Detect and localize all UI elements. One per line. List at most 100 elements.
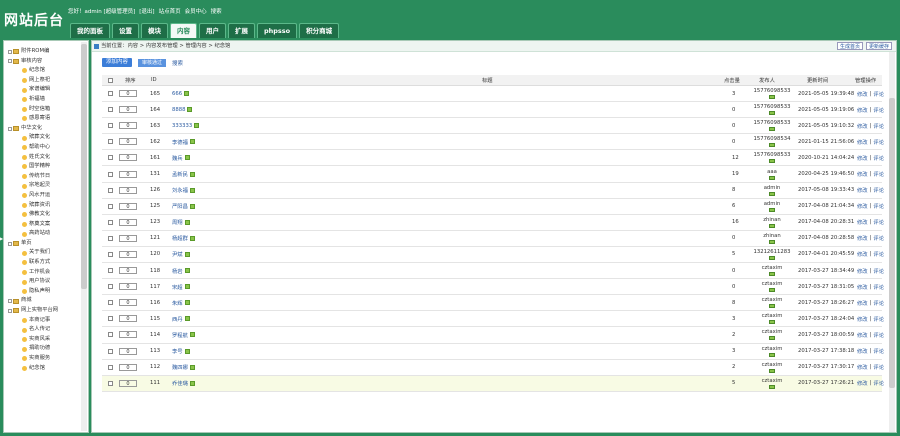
order-input[interactable]: 0	[119, 218, 137, 226]
row-checkbox[interactable]	[108, 284, 113, 290]
expand-toggle-icon[interactable]	[8, 49, 12, 54]
sidebar-item[interactable]: 实商风采	[8, 335, 82, 345]
sidebar-item[interactable]: 国学精粹	[8, 162, 82, 172]
publisher-name[interactable]: 15776098533	[753, 104, 790, 110]
tab-3[interactable]: 内容	[170, 23, 197, 38]
edit-link[interactable]: 修改	[857, 315, 868, 323]
order-input[interactable]: 0	[119, 138, 137, 146]
sidebar-item[interactable]: 用户协议	[8, 277, 82, 287]
sidebar-item[interactable]: 审核内容	[8, 57, 82, 67]
sidebar-item[interactable]: 网上实物平台网	[8, 306, 82, 316]
order-input[interactable]: 0	[119, 379, 137, 387]
edit-pen-icon[interactable]	[184, 251, 190, 257]
sidebar-item[interactable]: 工作机会	[8, 268, 82, 278]
audit-button[interactable]: 审核通过	[138, 58, 167, 67]
edit-pen-icon[interactable]	[187, 107, 193, 113]
order-input[interactable]: 0	[119, 267, 137, 275]
edit-pen-icon[interactable]	[194, 123, 200, 129]
order-input[interactable]: 0	[119, 299, 137, 307]
publisher-name[interactable]: cztaxim	[762, 281, 783, 287]
top-link[interactable]: [退出]	[139, 9, 154, 15]
title-link[interactable]: 孟新民	[172, 170, 188, 178]
comment-link[interactable]: 评论	[873, 218, 884, 226]
top-link[interactable]: 会员中心	[185, 9, 207, 15]
edit-pen-icon[interactable]	[189, 171, 195, 177]
tab-5[interactable]: 扩展	[228, 23, 255, 38]
order-input[interactable]: 0	[119, 283, 137, 291]
row-checkbox[interactable]	[108, 364, 113, 370]
comment-link[interactable]: 评论	[873, 267, 884, 275]
row-checkbox[interactable]	[108, 380, 113, 386]
edit-link[interactable]: 修改	[857, 347, 868, 355]
edit-pen-icon[interactable]	[184, 268, 190, 274]
top-link[interactable]: 站点首页	[159, 9, 181, 15]
edit-pen-icon[interactable]	[189, 332, 195, 338]
sidebar-item[interactable]: 捐助功德	[8, 344, 82, 354]
sidebar-item[interactable]: 关于我们	[8, 248, 82, 258]
publisher-name[interactable]: 15776098533	[753, 120, 790, 126]
edit-link[interactable]: 修改	[857, 90, 868, 98]
sidebar-item[interactable]: 联系方式	[8, 258, 82, 268]
title-link[interactable]: 尹斌	[172, 250, 183, 258]
expand-toggle-icon[interactable]	[8, 308, 12, 313]
comment-link[interactable]: 评论	[873, 250, 884, 258]
sidebar-item[interactable]: 隐私声明	[8, 287, 82, 297]
title-link[interactable]: 朱辉	[172, 299, 183, 307]
expand-toggle-icon[interactable]	[8, 241, 12, 246]
title-link[interactable]: 周翔	[172, 218, 183, 226]
edit-pen-icon[interactable]	[189, 139, 195, 145]
sidebar-item[interactable]: 感恩寄语	[8, 114, 82, 124]
publisher-name[interactable]: admin	[764, 201, 781, 207]
order-input[interactable]: 0	[119, 186, 137, 194]
comment-link[interactable]: 评论	[873, 90, 884, 98]
sidebar-item[interactable]: 殡葬文化	[8, 133, 82, 143]
edit-link[interactable]: 修改	[857, 267, 868, 275]
sidebar-item[interactable]: 附件ROM编	[8, 47, 82, 57]
row-checkbox[interactable]	[108, 300, 113, 306]
home-icon[interactable]	[94, 44, 99, 49]
edit-pen-icon[interactable]	[184, 91, 190, 97]
sidebar-item[interactable]: 风水开运	[8, 191, 82, 201]
publisher-name[interactable]: aaa	[767, 169, 777, 175]
sidebar-item[interactable]: 名人传记	[8, 325, 82, 335]
add-content-button[interactable]: 添加内容	[102, 58, 133, 67]
comment-link[interactable]: 评论	[873, 331, 884, 339]
tab-0[interactable]: 我的面板	[70, 23, 110, 38]
sidebar-item[interactable]: 祭奠文案	[8, 220, 82, 230]
tab-6[interactable]: phpsso	[257, 23, 298, 38]
row-checkbox[interactable]	[108, 251, 113, 257]
sidebar-item[interactable]: 殡葬资讯	[8, 201, 82, 211]
sidebar-item[interactable]: 时空信箱	[8, 105, 82, 115]
comment-link[interactable]: 评论	[873, 170, 884, 178]
edit-link[interactable]: 修改	[857, 218, 868, 226]
comment-link[interactable]: 评论	[873, 138, 884, 146]
title-link[interactable]: 西丹	[172, 315, 183, 323]
edit-link[interactable]: 修改	[857, 186, 868, 194]
row-checkbox[interactable]	[108, 155, 113, 161]
comment-link[interactable]: 评论	[873, 122, 884, 130]
row-checkbox[interactable]	[108, 139, 113, 145]
title-link[interactable]: 乔佳璐	[172, 379, 188, 387]
publisher-name[interactable]: admin	[764, 185, 781, 191]
title-link[interactable]: 杨超群	[172, 234, 188, 242]
edit-link[interactable]: 修改	[857, 202, 868, 210]
edit-link[interactable]: 修改	[857, 250, 868, 258]
expand-toggle-icon[interactable]	[8, 299, 12, 304]
comment-link[interactable]: 评论	[873, 154, 884, 162]
tab-4[interactable]: 用户	[199, 23, 226, 38]
publisher-name[interactable]: cztaxim	[762, 297, 783, 303]
comment-link[interactable]: 评论	[873, 363, 884, 371]
row-checkbox[interactable]	[108, 91, 113, 97]
edit-pen-icon[interactable]	[189, 364, 195, 370]
row-checkbox[interactable]	[108, 219, 113, 225]
sidebar-item[interactable]: 纪念馆	[8, 364, 82, 374]
publisher-name[interactable]: cztaxim	[762, 313, 783, 319]
row-checkbox[interactable]	[108, 268, 113, 274]
order-input[interactable]: 0	[119, 363, 137, 371]
order-input[interactable]: 0	[119, 315, 137, 323]
update-cache-button[interactable]: 更新缓存	[865, 42, 892, 50]
tab-7[interactable]: 积分商城	[299, 23, 340, 38]
search-link[interactable]: 搜索	[172, 59, 183, 67]
order-input[interactable]: 0	[119, 250, 137, 258]
edit-pen-icon[interactable]	[184, 155, 190, 161]
